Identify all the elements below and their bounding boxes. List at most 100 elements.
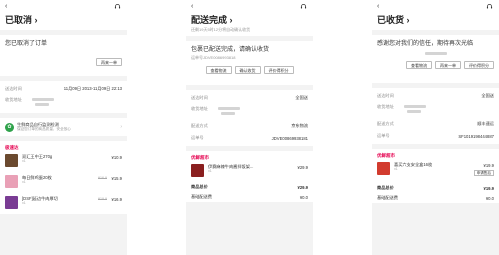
address-row: 收货地址 (191, 104, 308, 120)
subtotal-row: 商品总价 ¥29.9 (191, 182, 308, 192)
field-label: 送达时间 (377, 93, 394, 98)
summary-label: 基础配送费 (377, 195, 398, 200)
address-row: 收货地址 (5, 95, 122, 111)
item-qty: x1 (394, 167, 398, 171)
item-price: ¥16.9 (111, 197, 122, 202)
item-name: 每日鲜鸡蛋20枚 (22, 175, 52, 180)
delivery-fee-row: 基础配送费 ¥0.0 (377, 193, 494, 203)
redacted-text (217, 107, 240, 110)
headset-icon[interactable] (300, 3, 307, 10)
redacted-text (220, 112, 235, 115)
status-text: 包裹已配送完成，请确认收货 (191, 47, 270, 53)
field-label: 送达时间 (191, 95, 208, 100)
status-card: 您已取消了订单 再来一单 (0, 35, 127, 76)
shipping-method-row: 配送方式 顺丰速运 (377, 118, 494, 130)
item-old-price: ¥16.9 (98, 176, 107, 180)
item-qty: x1 (22, 159, 26, 163)
field-label: 运单号 (377, 133, 390, 138)
item-qty: x1 (22, 201, 26, 205)
item-name: 喜买六支安全盒16枚 (394, 162, 433, 167)
item-qty: x1 (208, 169, 212, 173)
item-qty: x1 (22, 180, 26, 184)
list-item[interactable]: 双汇王中王270g x1 ¥10.9 (5, 151, 122, 172)
order-panel-cancelled: ‹ 已取消 › 您已取消了订单 再来一单 送达时间 11月09日 2013-11… (0, 0, 127, 255)
status-text: 您已取消了订单 (5, 41, 48, 47)
field-label: 配送方式 (377, 121, 394, 126)
list-item[interactable]: 喜买六支安全盒16枚 x1 ¥19.9 申请售后 (377, 159, 494, 183)
back-icon[interactable]: ‹ (5, 3, 122, 11)
summary-value: ¥0.0 (299, 194, 308, 200)
field-value: 全国送 (295, 95, 308, 100)
header: ‹ 已取消 › (0, 0, 127, 30)
page-title: 已收货 › (377, 15, 410, 25)
view-logistics-button[interactable]: 查看物流 (205, 66, 232, 74)
review-button[interactable]: 评价得积分 (464, 61, 494, 69)
fresh-check-banner[interactable]: ✿ 生鲜商品自行监测检测 保证您订单的商品质量，安全放心 › (0, 118, 127, 136)
item-price: ¥29.9 (297, 165, 308, 170)
after-sales-button[interactable]: 申请售后 (473, 170, 494, 176)
page-title: 已取消 › (5, 15, 38, 25)
product-image (191, 164, 204, 177)
shop-section: 优鲜超市 伊赛麻辣牛肉酱拌饭架... x1 ¥29.9 商品总价 ¥29.9 基础… (186, 151, 313, 202)
shipping-method-row: 配送方式 京东物流 (191, 120, 308, 132)
redacted-text (31, 98, 54, 101)
back-icon[interactable]: ‹ (191, 3, 308, 11)
list-item[interactable]: 伊赛麻辣牛肉酱拌饭架... x1 ¥29.9 (191, 161, 308, 182)
product-image (5, 154, 18, 167)
shop-section: 优鲜超市 喜买六支安全盒16枚 x1 ¥19.9 申请售后 商品总价 ¥19.9 … (372, 149, 499, 203)
field-label: 送达时间 (5, 86, 22, 91)
field-label: 收货地址 (191, 106, 208, 111)
headset-icon[interactable] (486, 3, 493, 10)
confirm-receipt-button[interactable]: 确认收货 (234, 66, 261, 74)
field-label: 收货地址 (377, 104, 394, 109)
field-value: 11月09日 2013-11月09日 22:13 (63, 86, 122, 91)
fresh-sub: 保证您订单的商品质量，安全放心 (17, 127, 71, 131)
item-name: [DSF]延边牛肉厚切 (22, 196, 58, 201)
summary-label: 基础配送费 (191, 194, 212, 199)
item-old-price: ¥19.9 (98, 197, 107, 201)
reorder-button[interactable]: 再来一单 (435, 61, 461, 69)
redacted-text (406, 110, 421, 113)
item-price: ¥19.9 (483, 163, 494, 168)
shop-section: 极速达 双汇王中王270g x1 ¥10.9 每日鲜鸡蛋20枚 x1 ¥16.9 ¥… (0, 141, 127, 214)
leaf-icon: ✿ (5, 122, 14, 132)
summary-label: 商品总价 (191, 184, 208, 189)
review-button[interactable]: 评价得积分 (263, 66, 294, 74)
summary-label: 商品总价 (377, 185, 394, 190)
reorder-button[interactable]: 再来一单 (96, 58, 122, 66)
product-image (377, 162, 390, 175)
tracking-number-row: 运单号 JDVE00869938181 (191, 132, 308, 144)
page-title: 配送完成 › (191, 15, 233, 25)
back-icon[interactable]: ‹ (377, 3, 494, 11)
product-image (5, 196, 18, 209)
header: ‹ 已收货 › (372, 0, 499, 30)
delivery-time-row: 送达时间 全国送 (191, 92, 308, 104)
field-value: 全国送 (481, 93, 494, 98)
item-name: 伊赛麻辣牛肉酱拌饭架... (208, 164, 254, 169)
redacted-text (34, 103, 49, 106)
chevron-right-icon: › (120, 124, 122, 130)
product-image (5, 175, 18, 188)
summary-value: ¥29.9 (297, 184, 308, 190)
field-value: SF1019198444887 (458, 133, 494, 139)
list-item[interactable]: [DSF]延边牛肉厚切 x1 ¥19.9 ¥16.9 (5, 193, 122, 214)
order-panel-delivered: ‹ 配送完成 › 还剩19天5时12分将自动确认收货 包裹已配送完成，请确认收货… (186, 0, 313, 255)
order-info: 送达时间 全国送 收货地址 配送方式 顺丰速运 运单号 SF1019198444… (372, 88, 499, 144)
delivery-time-row: 送达时间 11月09日 2013-11月09日 22:13 (5, 83, 122, 95)
field-value: JDVE00869938181 (271, 135, 308, 141)
field-label: 配送方式 (191, 123, 208, 128)
delivery-time-row: 送达时间 全国送 (377, 90, 494, 102)
status-card: 感谢您对我们的信任，期待再次光临 查看物流 再来一单 评价得积分 (372, 35, 499, 83)
order-info: 送达时间 11月09日 2013-11月09日 22:13 收货地址 (0, 81, 127, 113)
tracking-notice: 运单号JDVE0086993818 (191, 55, 236, 60)
view-logistics-button[interactable]: 查看物流 (406, 61, 432, 69)
status-text: 感谢您对我们的信任，期待再次光临 (377, 41, 474, 47)
field-value: 顺丰速运 (477, 121, 494, 126)
list-item[interactable]: 每日鲜鸡蛋20枚 x1 ¥16.9 ¥15.9 (5, 172, 122, 193)
item-price: ¥10.9 (111, 155, 122, 160)
summary-value: ¥0.0 (485, 195, 494, 201)
tracking-number-row: 运单号 SF1019198444887 (377, 130, 494, 142)
order-panel-received: ‹ 已收货 › 感谢您对我们的信任，期待再次光临 查看物流 再来一单 评价得积分… (372, 0, 499, 255)
item-price: ¥15.9 (111, 176, 122, 181)
headset-icon[interactable] (114, 3, 121, 10)
